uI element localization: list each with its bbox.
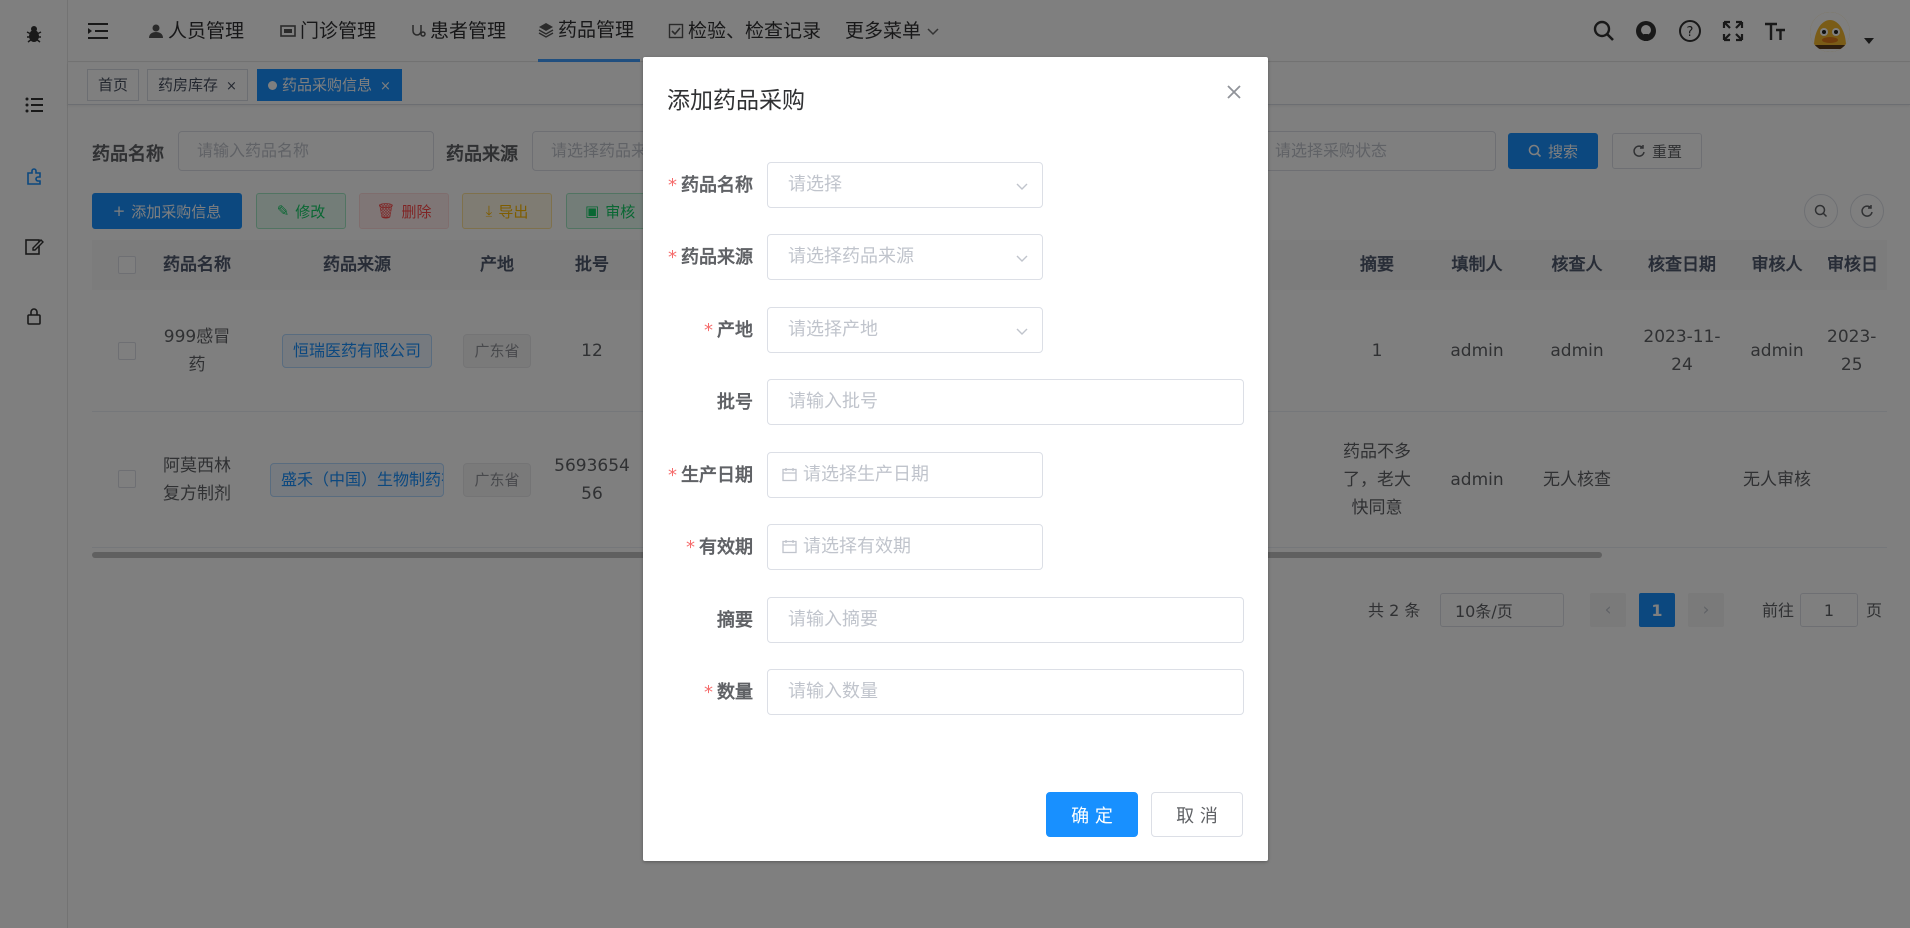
- field-label-origin: * 产地: [704, 320, 753, 341]
- drug-source-select[interactable]: 请选择药品来源: [767, 234, 1043, 280]
- calendar-icon: [782, 540, 797, 554]
- chevron-down-icon: [1016, 183, 1028, 190]
- expiry-date-picker[interactable]: 请选择有效期: [767, 524, 1043, 570]
- summary-input[interactable]: 请输入摘要: [767, 597, 1244, 643]
- quantity-input[interactable]: 请输入数量: [767, 669, 1244, 715]
- required-mark: *: [704, 320, 713, 341]
- add-purchase-dialog: 添加药品采购 * 药品名称 请选择 * 药品来源 请选择药品来源 * 产地 请选择产地…: [643, 57, 1268, 861]
- chevron-down-icon: [1016, 255, 1028, 262]
- required-mark: *: [668, 465, 677, 486]
- origin-select[interactable]: 请选择产地: [767, 307, 1043, 353]
- field-label-summary: 摘要: [717, 610, 753, 631]
- field-label-drug-name: * 药品名称: [668, 175, 753, 196]
- dialog-title: 添加药品采购: [667, 88, 805, 114]
- close-icon[interactable]: [1225, 83, 1243, 101]
- required-mark: *: [704, 682, 713, 703]
- field-label-drug-source: * 药品来源: [668, 247, 753, 268]
- required-mark: *: [668, 247, 677, 268]
- confirm-button[interactable]: 确 定: [1046, 792, 1138, 837]
- chevron-down-icon: [1016, 328, 1028, 335]
- required-mark: *: [668, 175, 677, 196]
- field-label-batch: 批号: [717, 392, 753, 413]
- production-date-picker[interactable]: 请选择生产日期: [767, 452, 1043, 498]
- drug-name-select[interactable]: 请选择: [767, 162, 1043, 208]
- field-label-production-date: * 生产日期: [668, 465, 753, 486]
- field-label-expiry: * 有效期: [686, 537, 753, 558]
- field-label-quantity: * 数量: [704, 682, 753, 703]
- cancel-button[interactable]: 取 消: [1151, 792, 1243, 837]
- calendar-icon: [782, 468, 797, 482]
- required-mark: *: [686, 537, 695, 558]
- batch-input[interactable]: 请输入批号: [767, 379, 1244, 425]
